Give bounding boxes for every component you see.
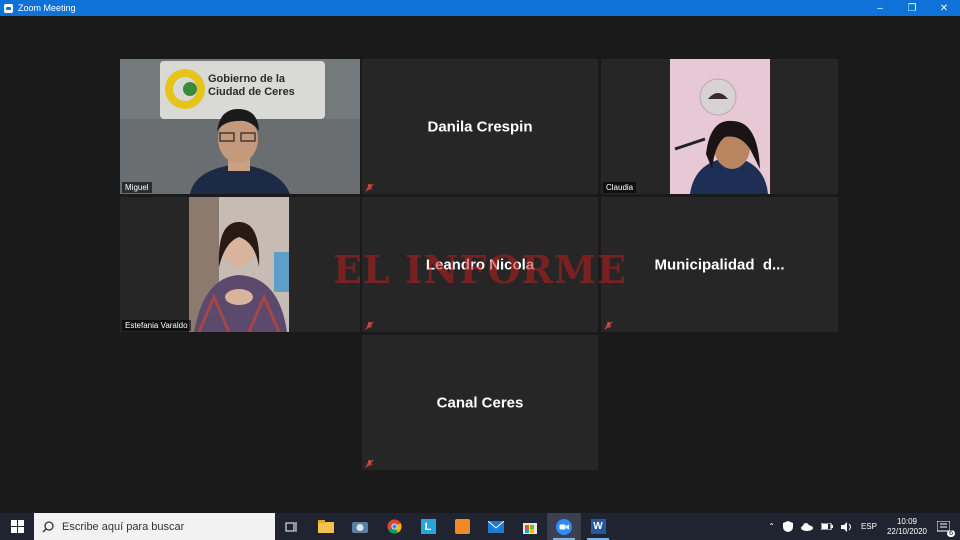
camera-app-button[interactable]	[343, 513, 377, 540]
language-indicator[interactable]: ESP	[861, 522, 877, 531]
system-tray: ⌃ ESP 10:09 22/10/2020 6	[764, 513, 960, 540]
participant-name: Municipalidad d...	[654, 256, 785, 273]
window-title: Zoom Meeting	[18, 3, 76, 13]
zoom-app-icon	[4, 3, 13, 13]
start-button[interactable]	[0, 513, 34, 540]
search-placeholder: Escribe aquí para buscar	[62, 520, 185, 533]
battery-icon[interactable]	[820, 523, 833, 530]
participant-tile-estefania[interactable]: Estefania Varaldo	[120, 197, 360, 332]
word-taskbar-button[interactable]: W	[581, 513, 615, 540]
mail-button[interactable]	[479, 513, 513, 540]
store-button[interactable]	[513, 513, 547, 540]
notification-count-badge: 6	[947, 529, 955, 537]
participant-tile-leandro[interactable]: Leandro Nicola	[362, 197, 598, 332]
close-button[interactable]: ✕	[928, 0, 960, 16]
security-shield-icon[interactable]	[782, 521, 793, 532]
chrome-icon	[386, 519, 402, 534]
volume-icon[interactable]	[840, 521, 853, 532]
file-explorer-button[interactable]	[309, 513, 343, 540]
participant-name-label: Miguel	[122, 182, 152, 193]
paint-app-button[interactable]	[445, 513, 479, 540]
windows-taskbar: Escribe aquí para buscar L W ⌃ ESP 10:09…	[0, 513, 960, 540]
participant-name-label: Claudia	[603, 182, 637, 193]
store-bag-icon	[523, 523, 537, 534]
search-icon	[42, 520, 54, 532]
word-icon: W	[590, 519, 606, 534]
participant-name: Leandro Nicola	[425, 256, 535, 273]
participant-name: Danila Crespin	[427, 118, 533, 135]
muted-mic-icon	[365, 459, 374, 468]
show-hidden-icons-chevron-icon[interactable]: ⌃	[768, 522, 775, 531]
gallery-view: Gobierno de la Ciudad de Ceres Miguel Da…	[0, 16, 960, 513]
estefania-video-feed	[189, 197, 289, 332]
onedrive-cloud-icon[interactable]	[800, 522, 813, 531]
claudia-video-feed	[670, 59, 770, 194]
folder-icon	[318, 520, 334, 533]
action-center-notifications-icon[interactable]: 6	[937, 520, 955, 537]
windows-logo-icon	[10, 520, 24, 533]
clock[interactable]: 10:09 22/10/2020	[887, 517, 927, 537]
clock-time: 10:09	[896, 516, 917, 526]
taskbar-search-box[interactable]: Escribe aquí para buscar	[34, 513, 275, 540]
zoom-taskbar-button[interactable]	[547, 513, 581, 540]
muted-mic-icon	[365, 321, 374, 330]
l-app-icon: L	[420, 519, 436, 534]
task-view-button[interactable]	[275, 513, 309, 540]
muted-mic-icon	[365, 183, 374, 192]
title-bar: Zoom Meeting – ❐ ✕	[0, 0, 960, 16]
paint-app-icon	[454, 519, 470, 534]
minimize-button[interactable]: –	[864, 0, 896, 16]
mail-icon	[488, 520, 504, 533]
participant-tile-claudia[interactable]: Claudia	[601, 59, 838, 194]
participant-tile-municipalidad[interactable]: Municipalidad d...	[601, 197, 838, 332]
window-controls: – ❐ ✕	[864, 0, 960, 16]
muted-mic-icon	[604, 321, 613, 330]
background-sign-text: Gobierno de la Ciudad de Ceres	[208, 73, 295, 98]
clock-date: 22/10/2020	[886, 526, 927, 536]
task-view-icon	[285, 521, 297, 532]
maximize-button[interactable]: ❐	[896, 0, 928, 16]
camera-icon	[352, 522, 368, 533]
zoom-icon	[556, 518, 572, 535]
participant-tile-miguel[interactable]: Gobierno de la Ciudad de Ceres Miguel	[120, 59, 360, 194]
participant-name-label: Estefania Varaldo	[122, 320, 191, 331]
participant-name: Canal Ceres	[436, 394, 524, 411]
l-app-button[interactable]: L	[411, 513, 445, 540]
participant-tile-canal-ceres[interactable]: Canal Ceres	[362, 335, 598, 470]
participant-tile-danila[interactable]: Danila Crespin	[362, 59, 598, 194]
chrome-button[interactable]	[377, 513, 411, 540]
